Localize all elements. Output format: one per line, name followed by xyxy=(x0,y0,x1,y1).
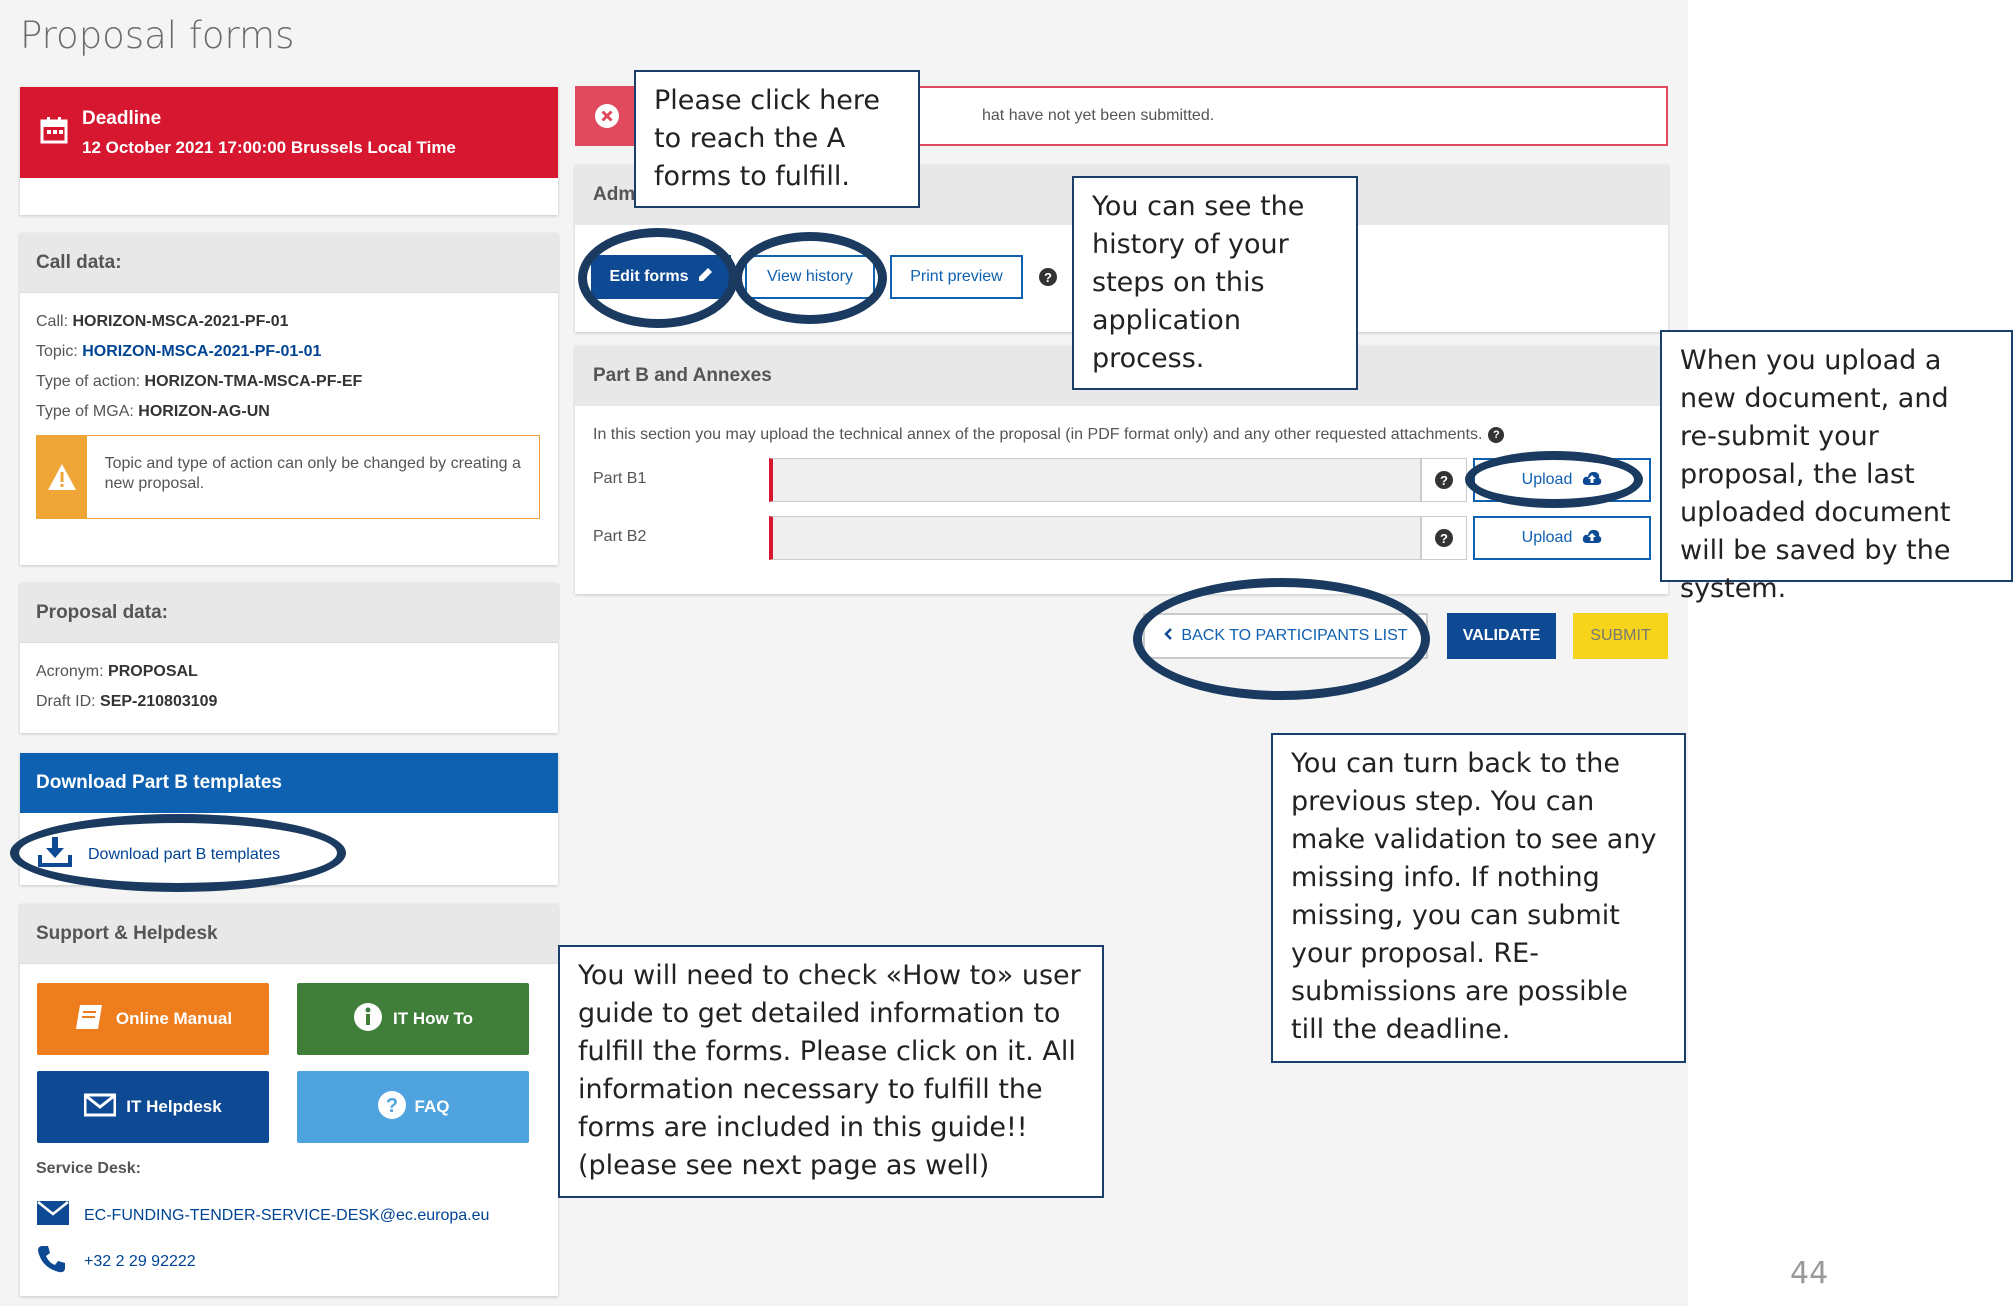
call-row: Call: HORIZON-MSCA-2021-PF-01 xyxy=(36,313,289,330)
service-desk-label: Service Desk: xyxy=(36,1160,141,1177)
phone-icon xyxy=(36,1244,66,1279)
submit-button[interactable]: SUBMIT xyxy=(1573,613,1668,659)
cloud-upload-icon xyxy=(1582,528,1602,549)
upload-label: Upload xyxy=(1521,529,1573,546)
highlight-ring-edit-forms xyxy=(578,228,738,328)
callout-upload: When you upload a new document, and re-s… xyxy=(1660,330,2013,604)
acronym-value: PROPOSAL xyxy=(108,663,198,680)
topic-link[interactable]: HORIZON-MSCA-2021-PF-01-01 xyxy=(82,343,321,360)
mga-row: Type of MGA: HORIZON-AG-UN xyxy=(36,403,270,420)
envelope-icon xyxy=(83,1093,117,1122)
call-data-title: Call data: xyxy=(20,233,558,293)
faq-label: FAQ xyxy=(414,1097,450,1116)
deadline-label: Deadline xyxy=(82,107,162,129)
online-manual-label: Online Manual xyxy=(115,1009,233,1028)
part-b1-help-box: ? xyxy=(1421,458,1467,502)
it-helpdesk-button[interactable]: IT Helpdesk xyxy=(37,1071,269,1143)
help-icon[interactable]: ? xyxy=(1488,427,1505,443)
deadline-card: Deadline 12 October 2021 17:00:00 Brusse… xyxy=(20,87,558,215)
proposal-data-card: Proposal data: Acronym: PROPOSAL Draft I… xyxy=(20,583,558,733)
it-how-to-button[interactable]: IT How To xyxy=(297,983,529,1055)
error-icon xyxy=(577,88,637,144)
highlight-ring-download xyxy=(10,814,346,892)
part-b2-file-field[interactable] xyxy=(769,516,1421,560)
topic-row: Topic: HORIZON-MSCA-2021-PF-01-01 xyxy=(36,343,322,360)
service-desk-email[interactable]: EC-FUNDING-TENDER-SERVICE-DESK@ec.europa… xyxy=(84,1207,489,1225)
help-icon[interactable]: ? xyxy=(1435,529,1453,547)
highlight-ring-upload xyxy=(1465,451,1643,508)
download-title: Download Part B templates xyxy=(20,753,558,813)
alert-text: hat have not yet been submitted. xyxy=(982,107,1215,124)
calendar-icon xyxy=(40,116,68,149)
callout-edit-forms: Please click here to reach the A forms t… xyxy=(634,70,920,208)
warning-text: Topic and type of action can only be cha… xyxy=(104,455,521,492)
part-b1-label: Part B1 xyxy=(593,470,647,487)
online-manual-button[interactable]: Online Manual xyxy=(37,983,269,1055)
validate-button[interactable]: VALIDATE xyxy=(1447,613,1556,659)
validate-label: VALIDATE xyxy=(1462,627,1541,644)
call-data-card: Call data: Call: HORIZON-MSCA-2021-PF-01… xyxy=(20,233,558,565)
action-value: HORIZON-TMA-MSCA-PF-EF xyxy=(144,373,363,390)
deadline-value: 12 October 2021 17:00:00 Brussels Local … xyxy=(82,137,456,157)
page-number: 44 xyxy=(1790,1256,1829,1291)
acronym-row: Acronym: PROPOSAL xyxy=(36,663,198,680)
support-title: Support & Helpdesk xyxy=(20,904,558,964)
part-b2-help-box: ? xyxy=(1421,516,1467,560)
highlight-ring-view-history xyxy=(733,232,887,324)
proposal-data-title: Proposal data: xyxy=(20,583,558,643)
service-desk-email-row[interactable]: EC-FUNDING-TENDER-SERVICE-DESK@ec.europa… xyxy=(36,1200,489,1231)
deadline-banner: Deadline 12 October 2021 17:00:00 Brusse… xyxy=(20,87,558,178)
mail-icon xyxy=(36,1200,70,1231)
print-preview-label: Print preview xyxy=(910,268,1003,285)
support-card: Support & Helpdesk Online Manual IT How … xyxy=(20,904,558,1296)
print-preview-button[interactable]: Print preview xyxy=(890,255,1023,299)
action-row: Type of action: HORIZON-TMA-MSCA-PF-EF xyxy=(36,373,363,390)
page-title: Proposal forms xyxy=(20,14,295,57)
part-b2-row: Part B2 ? Upload xyxy=(593,516,1663,560)
part-b2-label: Part B2 xyxy=(593,528,647,545)
topic-warning: Topic and type of action can only be cha… xyxy=(36,435,540,519)
help-icon[interactable]: ? xyxy=(1435,471,1453,489)
service-desk-phone-row[interactable]: +32 2 29 92222 xyxy=(36,1244,196,1279)
it-how-to-label: IT How To xyxy=(393,1009,473,1028)
part-b-description: In this section you may upload the techn… xyxy=(593,426,1483,443)
svg-text:?: ? xyxy=(385,1095,397,1117)
help-icon[interactable]: ? xyxy=(1039,268,1057,286)
service-desk-phone[interactable]: +32 2 29 92222 xyxy=(84,1253,196,1271)
warning-icon xyxy=(37,436,87,518)
book-icon xyxy=(74,1003,104,1036)
callout-back-validate-submit: You can turn back to the previous step. … xyxy=(1271,733,1686,1063)
callout-how-to: You will need to check «How to» user gui… xyxy=(558,945,1104,1198)
question-icon: ? xyxy=(377,1090,407,1125)
part-b1-file-field[interactable] xyxy=(769,458,1421,502)
part-b-description-row: In this section you may upload the techn… xyxy=(593,426,1505,444)
info-icon xyxy=(353,1002,383,1037)
draft-row: Draft ID: SEP-210803109 xyxy=(36,693,218,710)
callout-history: You can see the history of your steps on… xyxy=(1072,176,1358,390)
mga-value: HORIZON-AG-UN xyxy=(138,403,270,420)
faq-button[interactable]: ? FAQ xyxy=(297,1071,529,1143)
submit-label: SUBMIT xyxy=(1590,627,1651,644)
call-value: HORIZON-MSCA-2021-PF-01 xyxy=(72,313,289,330)
it-helpdesk-label: IT Helpdesk xyxy=(126,1097,222,1116)
highlight-ring-back xyxy=(1133,578,1430,700)
part-b2-upload-button[interactable]: Upload xyxy=(1473,516,1651,560)
draft-value: SEP-210803109 xyxy=(100,693,218,710)
